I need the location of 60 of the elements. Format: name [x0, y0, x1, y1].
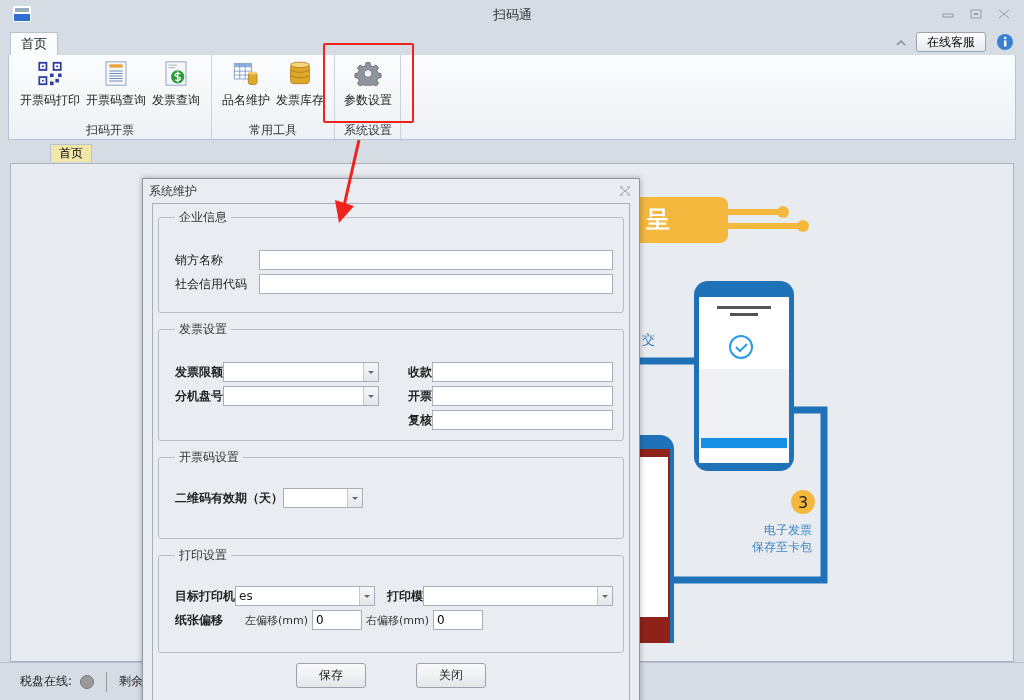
close-icon[interactable]: [619, 186, 631, 196]
dropdown-field[interactable]: [423, 586, 613, 606]
status-label: 剩余: [119, 673, 144, 690]
window-title: 扫码通: [492, 6, 532, 24]
field-label: 开票: [407, 387, 432, 405]
offset-field[interactable]: 0: [312, 610, 362, 630]
ribbon-button[interactable]: 发票查询: [149, 59, 203, 111]
document-icon: [103, 61, 129, 86]
step-caption: 电子发票: [763, 522, 812, 539]
field-label: 销方名称: [175, 251, 224, 269]
field-label: 右偏移(mm): [366, 612, 430, 628]
dropdown-field[interactable]: [223, 386, 379, 406]
field-label: 打印模: [386, 587, 423, 605]
ribbon-group-label: 常用工具: [249, 122, 297, 139]
ribbon-button[interactable]: 发票库存: [273, 59, 327, 111]
dialog-title: 系统维护: [149, 182, 197, 200]
group-title: 发票设置: [178, 321, 228, 338]
ribbon-group-label: 系统设置: [343, 122, 392, 139]
field-label: 纸张偏移: [175, 611, 224, 629]
ribbon-button[interactable]: 品名维护: [219, 59, 273, 111]
text-field[interactable]: [432, 386, 613, 406]
dropdown-field[interactable]: es: [235, 586, 375, 606]
dropdown-field[interactable]: [283, 488, 363, 508]
app-logo-icon: [13, 6, 31, 22]
text-field[interactable]: [432, 362, 613, 382]
ribbon-tab[interactable]: 首页: [10, 32, 58, 55]
field-label: 分机盘号: [175, 387, 223, 405]
field-label: 二维码有效期（天）: [175, 489, 283, 507]
group-title: 打印设置: [178, 547, 228, 564]
step-label: 交: [642, 331, 655, 349]
offset-field[interactable]: 0: [433, 610, 484, 630]
group-title: 开票码设置: [178, 449, 240, 466]
field-label: 社会信用代码: [175, 275, 248, 293]
ribbon-button[interactable]: 参数设置: [340, 59, 395, 111]
field-label: 左偏移(mm): [245, 612, 308, 628]
close-icon[interactable]: [998, 9, 1010, 19]
dropdown-field[interactable]: [223, 362, 379, 382]
save-button[interactable]: 保存: [296, 663, 366, 688]
field-label: 发票限额: [175, 363, 223, 381]
info-icon[interactable]: [996, 33, 1014, 51]
text-field[interactable]: [259, 274, 613, 294]
online-service-button[interactable]: 在线客服: [916, 32, 986, 52]
ribbon-group-label: 扫码开票: [86, 122, 134, 139]
status-label: 税盘在线:: [20, 673, 73, 690]
ribbon-button[interactable]: 开票码打印: [17, 59, 83, 111]
close-button[interactable]: 关闭: [416, 663, 486, 688]
field-label: 收款: [407, 363, 432, 381]
step-caption: 保存至卡包: [752, 539, 812, 556]
text-field[interactable]: [259, 250, 613, 270]
field-label: 复核: [407, 411, 432, 429]
maximize-icon[interactable]: [970, 9, 982, 19]
text-field[interactable]: [432, 410, 613, 430]
qr-code-icon: [36, 61, 64, 86]
group-title: 企业信息: [178, 209, 228, 226]
field-label: 目标打印机: [175, 587, 235, 605]
dollar-document-icon: [163, 61, 189, 86]
ribbon-button[interactable]: 开票码查询: [83, 59, 149, 111]
document-tab[interactable]: 首页: [50, 144, 92, 162]
collapse-caret-icon[interactable]: [896, 38, 906, 46]
settings-icon: [351, 61, 384, 86]
